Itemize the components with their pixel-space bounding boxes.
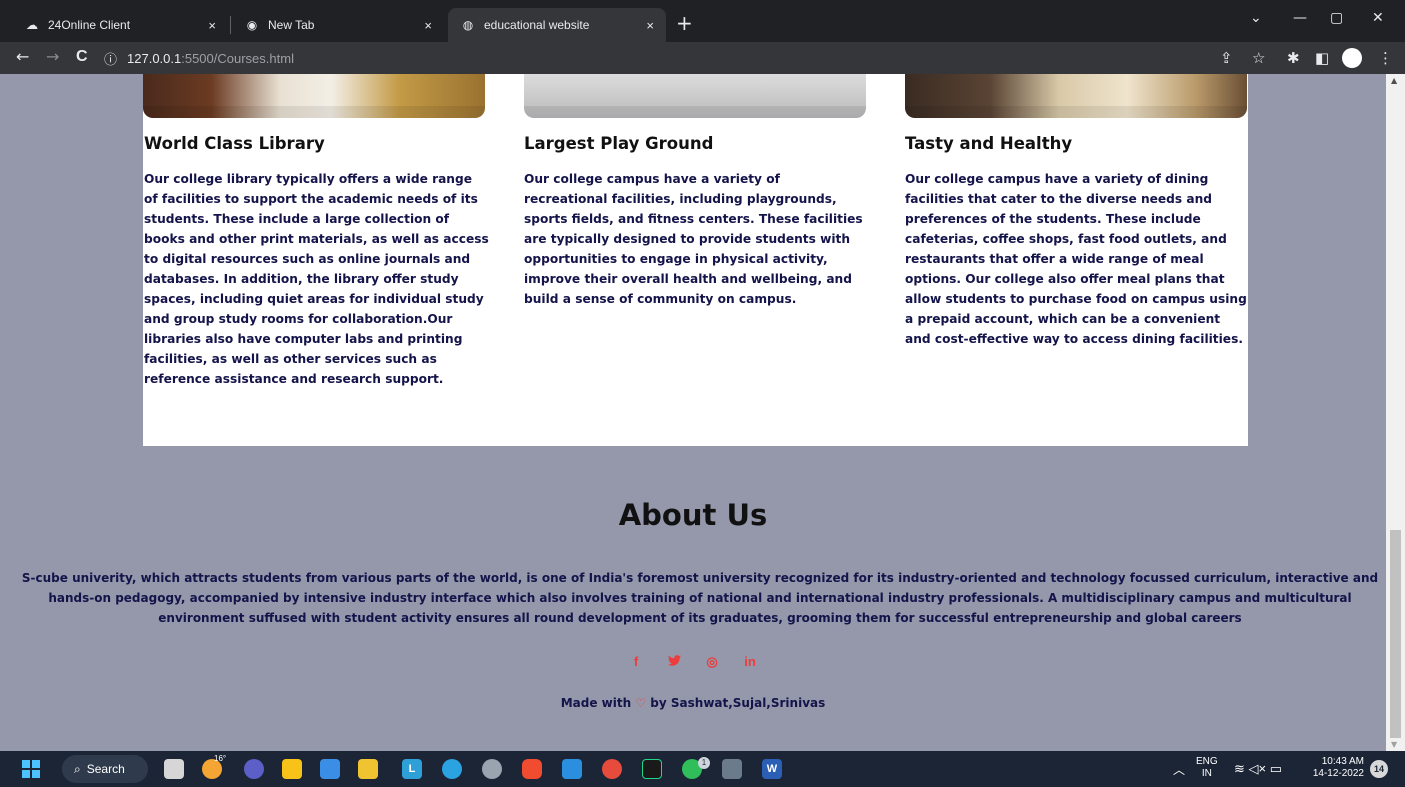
library-image <box>143 74 485 118</box>
made-with-credit: Made with ♡ by Sashwat,Sujal,Srinivas <box>0 696 1386 710</box>
new-tab-button[interactable]: + <box>676 13 693 33</box>
cafeteria-image <box>905 74 1247 118</box>
scroll-down-arrow-icon[interactable]: ▼ <box>1391 740 1397 749</box>
word-icon[interactable]: W <box>762 759 782 779</box>
back-button[interactable]: ← <box>16 48 29 66</box>
search-icon: ⌕ <box>74 761 81 776</box>
region-code: IN <box>1201 768 1212 779</box>
language-code: ENG <box>1196 756 1218 767</box>
instagram-icon[interactable]: ◎ <box>704 654 720 670</box>
pycharm-icon[interactable] <box>642 759 662 779</box>
tab-educational-website[interactable]: ◍ educational website × <box>448 8 666 42</box>
calculator-icon[interactable] <box>722 759 742 779</box>
store-icon[interactable] <box>320 759 340 779</box>
url-path: :5500/Courses.html <box>181 50 294 66</box>
card-title: World Class Library <box>144 134 325 153</box>
address-bar[interactable]: ⓘ 127.0.0.1:5500/Courses.html <box>104 46 1284 70</box>
reload-button[interactable]: C <box>76 48 88 66</box>
notification-badge[interactable]: 14 <box>1370 760 1388 778</box>
chrome-icon[interactable] <box>602 759 622 779</box>
weather-temp: 16° <box>214 754 227 763</box>
globe-icon: ◍ <box>462 18 474 32</box>
tab-search-chevron-icon[interactable]: ⌄ <box>1250 10 1262 26</box>
scroll-up-arrow-icon[interactable]: ▲ <box>1391 76 1397 85</box>
twitter-icon[interactable] <box>666 654 682 670</box>
made-with-prefix: Made with <box>560 696 632 710</box>
scrollbar-thumb[interactable] <box>1390 530 1401 738</box>
language-indicator[interactable]: ENG IN <box>1196 756 1218 780</box>
restore-button[interactable]: ▢ <box>1330 10 1343 26</box>
tab-title: 24Online Client <box>48 18 131 32</box>
tab-close-button[interactable]: × <box>646 18 654 33</box>
facility-card-library: World Class Library Our college library … <box>144 134 489 389</box>
chat-icon[interactable] <box>244 759 264 779</box>
browser-tab-bar: ☁ 24Online Client × ◉ New Tab × ◍ educat… <box>0 0 1405 42</box>
tab-24online-client[interactable]: ☁ 24Online Client × <box>12 8 228 42</box>
bookmark-star-icon[interactable]: ☆ <box>1252 49 1265 67</box>
tab-close-button[interactable]: × <box>424 18 432 33</box>
settings-gear-icon[interactable] <box>482 759 502 779</box>
card-text: Our college library typically offers a w… <box>144 172 489 386</box>
chrome-icon: ◉ <box>246 18 258 32</box>
browser-toolbar: ← → C ⓘ 127.0.0.1:5500/Courses.html ⇪ ☆ … <box>0 42 1405 74</box>
clock[interactable]: 10:43 AM 14-12-2022 <box>1302 756 1364 780</box>
social-links: f ◎ in <box>0 654 1386 670</box>
telegram-icon[interactable] <box>442 759 462 779</box>
clock-date: 14-12-2022 <box>1312 768 1364 779</box>
network-volume-battery-icons[interactable]: ≋ ◁× ▭ <box>1234 761 1282 777</box>
tab-close-button[interactable]: × <box>208 18 216 33</box>
task-view-icon[interactable] <box>164 759 184 779</box>
about-us-text: S-cube univerity, which attracts student… <box>21 571 1379 625</box>
about-us-heading: About Us <box>618 498 768 532</box>
facility-card-dining: Tasty and Healthy Our college campus hav… <box>905 134 1247 349</box>
tab-new-tab[interactable]: ◉ New Tab × <box>232 8 444 42</box>
playground-image <box>524 74 866 118</box>
whatsapp-badge: 1 <box>698 757 710 769</box>
linkedin-icon[interactable]: in <box>742 654 758 670</box>
file-explorer-icon[interactable] <box>358 759 378 779</box>
vscode-icon[interactable] <box>562 759 582 779</box>
made-with-authors: by Sashwat,Sujal,Srinivas <box>650 696 826 710</box>
windows-taskbar: ⌕ Search 16° L 1 W ︿ ENG IN ≋ ◁× ▭ 10:43… <box>0 751 1405 787</box>
share-icon[interactable]: ⇪ <box>1220 49 1233 67</box>
side-panel-icon[interactable]: ◧ <box>1315 49 1329 67</box>
brave-icon[interactable] <box>522 759 542 779</box>
minimize-button[interactable]: — <box>1293 10 1307 26</box>
sticky-notes-icon[interactable] <box>282 759 302 779</box>
card-title: Largest Play Ground <box>524 134 714 153</box>
tab-separator <box>230 16 231 34</box>
tray-chevron-up-icon[interactable]: ︿ <box>1173 761 1185 778</box>
facility-card-playground: Largest Play Ground Our college campus h… <box>524 134 864 309</box>
windows-start-icon[interactable] <box>22 760 40 778</box>
forward-button[interactable]: → <box>46 48 59 66</box>
card-text: Our college campus have a variety of din… <box>905 172 1247 346</box>
page-viewport: World Class Library Our college library … <box>0 74 1386 751</box>
menu-icon[interactable]: ⋮ <box>1378 49 1393 67</box>
search-label: Search <box>86 762 125 776</box>
clock-time: 10:43 AM <box>1321 756 1364 767</box>
page-scrollbar[interactable]: ▲ ▼ <box>1386 74 1405 751</box>
card-title: Tasty and Healthy <box>905 134 1073 153</box>
url-host: 127.0.0.1 <box>127 50 182 66</box>
close-window-button[interactable]: ✕ <box>1372 10 1384 26</box>
heart-icon: ♡ <box>635 696 647 710</box>
extensions-icon[interactable]: ✱ <box>1287 49 1300 67</box>
card-text: Our college campus have a variety of rec… <box>524 172 863 306</box>
facebook-icon[interactable]: f <box>628 654 644 670</box>
taskbar-search[interactable]: ⌕ Search <box>62 755 148 783</box>
tab-title: New Tab <box>268 18 315 32</box>
tab-title: educational website <box>484 18 590 32</box>
cloud-icon: ☁ <box>26 18 38 32</box>
site-info-icon[interactable]: ⓘ <box>104 49 117 68</box>
app-l-icon[interactable]: L <box>402 759 422 779</box>
profile-avatar[interactable] <box>1342 48 1362 68</box>
